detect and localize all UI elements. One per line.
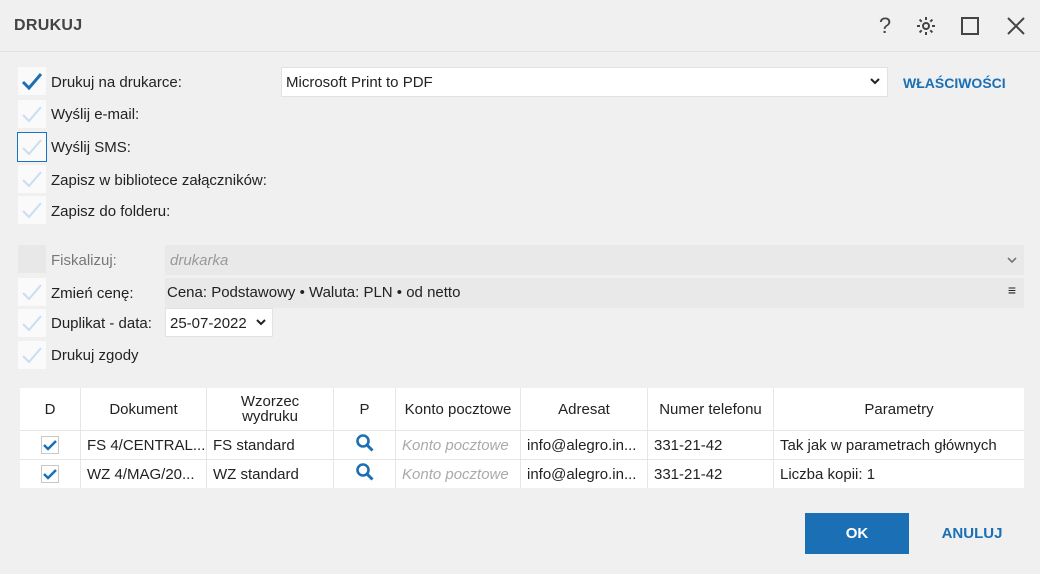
window-title: DRUKUJ: [14, 17, 83, 34]
documents-table: D Dokument Wzorzec wydruku P Konto poczt…: [20, 388, 1024, 488]
checkmark-icon: [22, 106, 42, 123]
search-icon[interactable]: [355, 462, 375, 486]
checkmark-icon: [22, 284, 42, 301]
print-checkbox[interactable]: [18, 67, 46, 95]
duplicate-checkbox[interactable]: [18, 309, 46, 337]
sms-checkbox[interactable]: [17, 132, 47, 162]
account-cell[interactable]: Konto pocztowe: [396, 431, 521, 459]
folder-checkbox[interactable]: [18, 196, 46, 224]
change-price-checkbox[interactable]: [18, 278, 46, 306]
printer-select[interactable]: Microsoft Print to PDF: [281, 67, 888, 97]
recipient-cell[interactable]: info@alegro.in...: [521, 460, 648, 488]
phone-cell[interactable]: 331-21-42: [648, 431, 774, 459]
menu-icon[interactable]: ≡: [1008, 282, 1016, 298]
maximize-icon[interactable]: [956, 12, 984, 40]
account-cell[interactable]: Konto pocztowe: [396, 460, 521, 488]
ok-button[interactable]: OK: [805, 513, 909, 554]
change-price-label: Zmień cenę:: [51, 285, 134, 302]
email-label: Wyślij e-mail:: [51, 106, 140, 123]
checkmark-icon: [21, 73, 43, 91]
search-icon[interactable]: [355, 433, 375, 457]
params-cell[interactable]: Tak jak w parametrach głównych: [774, 431, 1024, 459]
properties-link[interactable]: WŁAŚCIWOŚCI: [903, 75, 1006, 91]
fiscal-label: Fiskalizuj:: [51, 252, 117, 269]
phone-cell[interactable]: 331-21-42: [648, 460, 774, 488]
template-cell[interactable]: WZ standard: [207, 460, 334, 488]
recipient-cell[interactable]: info@alegro.in...: [521, 431, 648, 459]
gear-icon[interactable]: [912, 12, 940, 40]
folder-label: Zapisz do folderu:: [51, 203, 171, 220]
chevron-down-icon: [1006, 253, 1018, 270]
fiscal-printer-select: drukarka: [165, 245, 1024, 275]
chevron-down-icon: [255, 315, 267, 333]
duplicate-label: Duplikat - data:: [51, 315, 152, 332]
price-field[interactable]: Cena: Podstawowy • Waluta: PLN • od nett…: [165, 278, 1024, 308]
price-value: Cena: Podstawowy • Waluta: PLN • od nett…: [167, 284, 461, 301]
cancel-button[interactable]: ANULUJ: [930, 513, 1014, 554]
printer-value: Microsoft Print to PDF: [286, 74, 433, 91]
help-icon[interactable]: ?: [871, 12, 899, 40]
checkmark-icon: [22, 315, 42, 332]
column-header[interactable]: Adresat: [521, 388, 648, 430]
column-header[interactable]: Numer telefonu: [648, 388, 774, 430]
title-bar: DRUKUJ ?: [0, 0, 1040, 52]
duplicate-date-value: 25-07-2022: [170, 315, 247, 332]
print-label: Drukuj na drukarce:: [51, 74, 182, 91]
column-header[interactable]: Konto pocztowe: [396, 388, 521, 430]
document-cell: WZ 4/MAG/20...: [81, 460, 207, 488]
checkmark-icon: [22, 202, 42, 219]
column-header[interactable]: Parametry: [774, 388, 1024, 430]
row-checkbox[interactable]: [41, 436, 59, 454]
column-header[interactable]: D: [20, 388, 81, 430]
attachments-label: Zapisz w bibliotece załączników:: [51, 172, 267, 189]
close-icon[interactable]: [1002, 12, 1030, 40]
checkmark-icon: [22, 139, 42, 156]
email-checkbox[interactable]: [18, 100, 46, 128]
duplicate-date-select[interactable]: 25-07-2022: [165, 308, 273, 337]
consent-checkbox[interactable]: [18, 341, 46, 369]
params-cell[interactable]: Liczba kopii: 1: [774, 460, 1024, 488]
table-row[interactable]: FS 4/CENTRAL... FS standard Konto poczto…: [20, 430, 1024, 459]
column-header[interactable]: Wzorzec wydruku: [207, 388, 334, 430]
help-glyph: ?: [878, 13, 892, 38]
template-cell[interactable]: FS standard: [207, 431, 334, 459]
checkmark-icon: [43, 469, 57, 480]
row-checkbox[interactable]: [41, 465, 59, 483]
consent-label: Drukuj zgody: [51, 347, 139, 364]
sms-label: Wyślij SMS:: [51, 139, 131, 156]
table-header: D Dokument Wzorzec wydruku P Konto poczt…: [20, 388, 1024, 430]
document-cell: FS 4/CENTRAL...: [81, 431, 207, 459]
fiscal-checkbox: [18, 245, 46, 273]
checkmark-icon: [43, 440, 57, 451]
fiscal-placeholder: drukarka: [170, 252, 229, 269]
attachments-checkbox[interactable]: [18, 165, 46, 193]
column-header[interactable]: Dokument: [81, 388, 207, 430]
chevron-down-icon: [869, 74, 881, 92]
checkmark-icon: [22, 171, 42, 188]
table-row[interactable]: WZ 4/MAG/20... WZ standard Konto pocztow…: [20, 459, 1024, 488]
checkmark-icon: [22, 347, 42, 364]
column-header[interactable]: P: [334, 388, 396, 430]
